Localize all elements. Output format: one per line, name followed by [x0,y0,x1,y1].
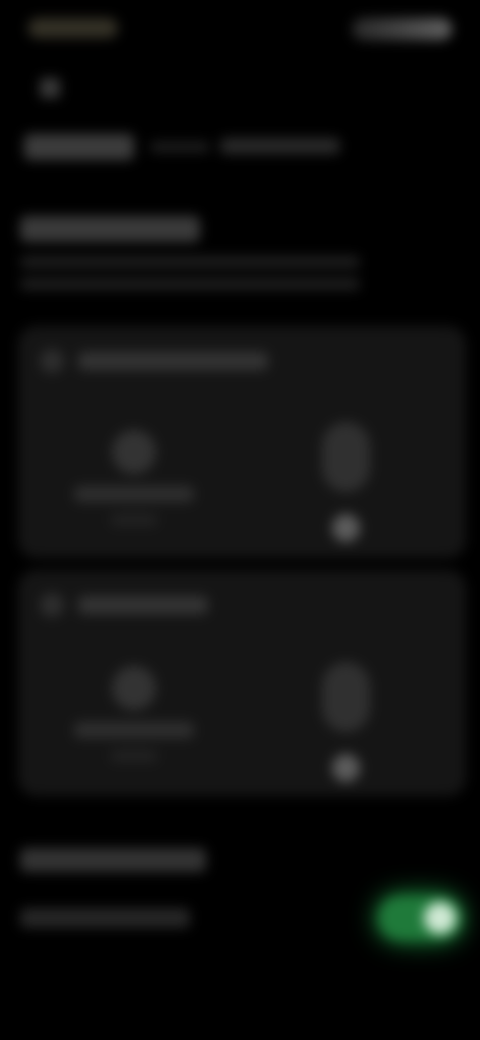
slider-icon [322,422,370,492]
card-title [78,352,268,370]
avatar-icon [112,666,156,710]
person-icon [40,349,64,373]
control-knob[interactable] [332,514,360,542]
screen [0,0,480,1040]
status-icons [352,18,452,40]
person-detail [110,514,158,526]
person-tile[interactable] [74,666,194,776]
toggle-label [20,908,190,928]
card-title [78,596,208,614]
breadcrumb-current[interactable] [24,134,134,160]
back-button[interactable] [34,70,74,106]
status-bar [0,0,480,60]
person-name [74,486,194,502]
breadcrumb [24,130,344,166]
control-knob[interactable] [332,754,360,782]
page-description [20,256,370,296]
toggle-switch[interactable] [378,896,462,940]
person-icon [40,593,64,617]
breadcrumb-separator [150,142,210,152]
control-tile[interactable] [316,662,376,792]
person-name [74,722,194,738]
description-line [20,256,360,268]
toggle-row[interactable] [20,890,468,946]
description-line [20,278,360,290]
arrow-left-icon [40,78,60,98]
toggle-thumb [424,902,456,934]
card-header [40,348,268,374]
status-time [28,18,118,38]
person-tile[interactable] [74,430,194,540]
avatar-icon [112,430,156,474]
control-tile[interactable] [316,422,376,552]
section-title [20,848,206,872]
breadcrumb-sub[interactable] [220,138,340,154]
card-2 [18,570,466,796]
person-detail [110,750,158,762]
slider-icon [322,662,370,732]
card-1 [18,326,466,558]
card-header [40,592,208,618]
page-title [20,216,200,242]
